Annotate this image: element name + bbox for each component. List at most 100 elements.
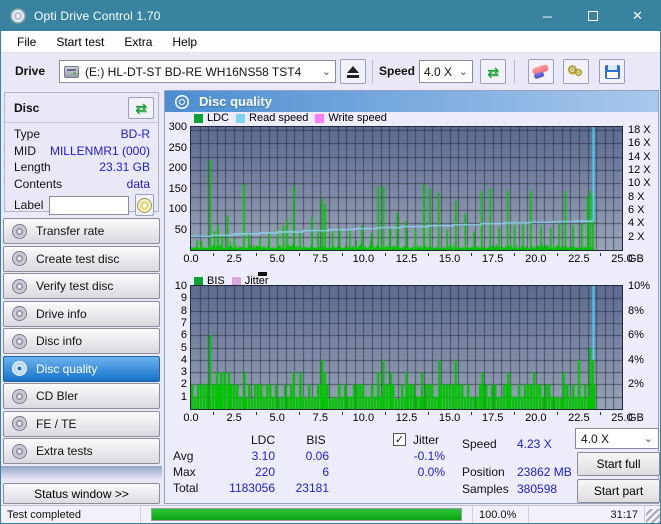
legend-swatch	[194, 113, 203, 123]
sidebar-item-label: Transfer rate	[36, 224, 105, 238]
save-button[interactable]	[599, 59, 625, 84]
disc-row-label: MID	[14, 143, 36, 158]
start-part-button[interactable]: Start part	[577, 479, 660, 503]
axis-tick-label: 9	[180, 292, 187, 305]
axis-unit-label: GB	[628, 253, 644, 265]
disc-icon	[137, 197, 153, 213]
axis-tick-label: 7.5	[312, 253, 328, 265]
start-full-button[interactable]: Start full	[577, 452, 660, 476]
axis-tick-label: 6%	[628, 329, 644, 342]
sidebar-item-verify-test-disc[interactable]: Verify test disc	[3, 273, 160, 299]
legend-label: LDC	[207, 112, 230, 124]
jitter-checkbox[interactable]: ✓	[393, 433, 406, 446]
disc-info-panel: Disc ⇄ Type BD-R MID MILLENMR1 (000) Length 2…	[4, 92, 159, 216]
menu-item-file[interactable]: File	[7, 32, 46, 52]
disc-row-value: MILLENMR1 (000)	[49, 143, 150, 158]
statusbar-spacer	[529, 506, 587, 523]
drive-icon	[64, 65, 79, 78]
disc-icon	[12, 416, 27, 431]
speed-select-value: 4.0 X	[424, 64, 453, 79]
axis-tick-label: 10%	[628, 280, 651, 292]
sidebar-item-create-test-disc[interactable]: Create test disc	[3, 245, 160, 272]
axis-tick-label: 0.0	[183, 412, 199, 424]
disc-row-mid: MID MILLENMR1 (000)	[14, 143, 150, 160]
toolbar: Drive (E:) HL-DT-ST BD-RE WH16NS58 TST4 …	[1, 53, 660, 90]
sidebar-gradient-divider	[1, 466, 162, 480]
axis-tick-label: 1	[180, 390, 187, 403]
menu-item-help[interactable]: Help	[162, 32, 207, 52]
disc-icon	[12, 306, 27, 321]
menu-item-start-test[interactable]: Start test	[46, 32, 114, 52]
axis-tick-label: 12.5	[395, 253, 418, 265]
axis-tick-label: 10	[174, 280, 187, 292]
eject-button[interactable]	[340, 59, 366, 84]
axis-tick-label: 20.0	[525, 253, 547, 265]
disc-icon	[12, 388, 27, 404]
bis-jitter-chart	[191, 286, 622, 409]
menu-item-extra[interactable]: Extra	[114, 32, 162, 52]
stat-jitter-value: 0.0%	[417, 465, 445, 479]
close-button[interactable]: ✕	[615, 1, 660, 31]
stat-bis-value: 23181	[295, 481, 329, 495]
drive-select[interactable]: (E:) HL-DT-ST BD-RE WH16NS58 TST4 ⌄	[59, 60, 336, 83]
axis-minor-tick	[255, 253, 257, 256]
speed-select[interactable]: 4.0 X ⌄	[419, 60, 473, 83]
ldc-read-speed-chart	[191, 127, 622, 250]
maximize-button[interactable]	[570, 1, 615, 31]
title-bar: Opti Drive Control 1.70 ─ ✕	[1, 1, 660, 31]
disc-row-label: Type	[14, 127, 41, 142]
sidebar-item-disc-info[interactable]: Disc info	[3, 328, 160, 354]
stat-bis-value: 0.06	[305, 449, 329, 463]
sidebar-item-extra-tests[interactable]: Extra tests	[3, 438, 160, 464]
axis-tick-label: 22.5	[568, 253, 590, 265]
axis-minor-tick	[600, 412, 602, 415]
app-icon	[10, 8, 26, 24]
disc-label-caption: Label	[14, 198, 44, 212]
disc-label-input[interactable]	[49, 195, 130, 215]
axis-tick-label: 12.5	[395, 412, 418, 424]
refresh-icon: ⇄	[487, 63, 499, 80]
stat-ldc-value: 3.10	[251, 449, 275, 463]
jitter-column-header: Jitter	[413, 433, 440, 447]
axis-minor-tick	[600, 253, 602, 256]
window-title: Opti Drive Control 1.70	[34, 9, 161, 23]
axis-tick-label: 8	[180, 304, 187, 317]
disc-label-button[interactable]	[135, 194, 154, 216]
sidebar-item-transfer-rate[interactable]: Transfer rate	[3, 218, 160, 244]
ldc-chart-legend: LDC Read speed Write speed	[194, 112, 387, 124]
erase-disc-button[interactable]	[528, 59, 554, 84]
status-window-button[interactable]: Status window >>	[3, 483, 160, 504]
axis-tick-label: 8 X	[628, 190, 645, 203]
chevron-down-icon: ⌄	[643, 433, 653, 445]
axis-minor-tick	[514, 253, 516, 256]
sidebar-item-disc-quality[interactable]: Disc quality	[3, 355, 160, 382]
sidebar-nav: Transfer rate Create test disc Verify test…	[3, 218, 160, 464]
refresh-button[interactable]: ⇄	[480, 59, 506, 84]
sidebar-item-fe-te[interactable]: FE / TE	[3, 410, 160, 437]
disc-refresh-button[interactable]: ⇄	[128, 97, 154, 119]
legend-label: Read speed	[249, 112, 309, 124]
axis-tick-label: 2.5	[226, 412, 242, 424]
axis-minor-tick	[428, 412, 430, 415]
sidebar-item-drive-info[interactable]: Drive info	[3, 300, 160, 327]
axis-tick-label: 5.0	[269, 412, 285, 424]
axis-tick-label: 4 X	[628, 217, 645, 230]
sidebar-item-label: Disc quality	[36, 361, 98, 376]
axis-tick-label: 2%	[628, 378, 644, 391]
disc-quality-panel: Disc quality LDC Read speed Write speed BI…	[164, 90, 660, 504]
toolbar-separator	[372, 60, 373, 83]
sidebar-item-cd-bler[interactable]: CD Bler	[3, 383, 160, 409]
chevron-down-icon: ⌄	[458, 66, 468, 78]
axis-minor-tick	[514, 412, 516, 415]
resize-grip[interactable]	[646, 509, 660, 523]
disc-icon	[12, 361, 27, 376]
disc-icon	[12, 223, 27, 239]
progress-fill	[152, 509, 461, 520]
minimize-button[interactable]: ─	[525, 1, 570, 31]
settings-button[interactable]: ⚙ ⚙	[563, 59, 589, 84]
disc-row-value: BD-R	[120, 127, 150, 142]
speed-stat-label: Speed	[462, 437, 497, 451]
test-speed-select[interactable]: 4.0 X ⌄	[575, 428, 659, 449]
disc-row-value: data	[126, 176, 150, 191]
axis-tick-label: 250	[168, 141, 187, 154]
